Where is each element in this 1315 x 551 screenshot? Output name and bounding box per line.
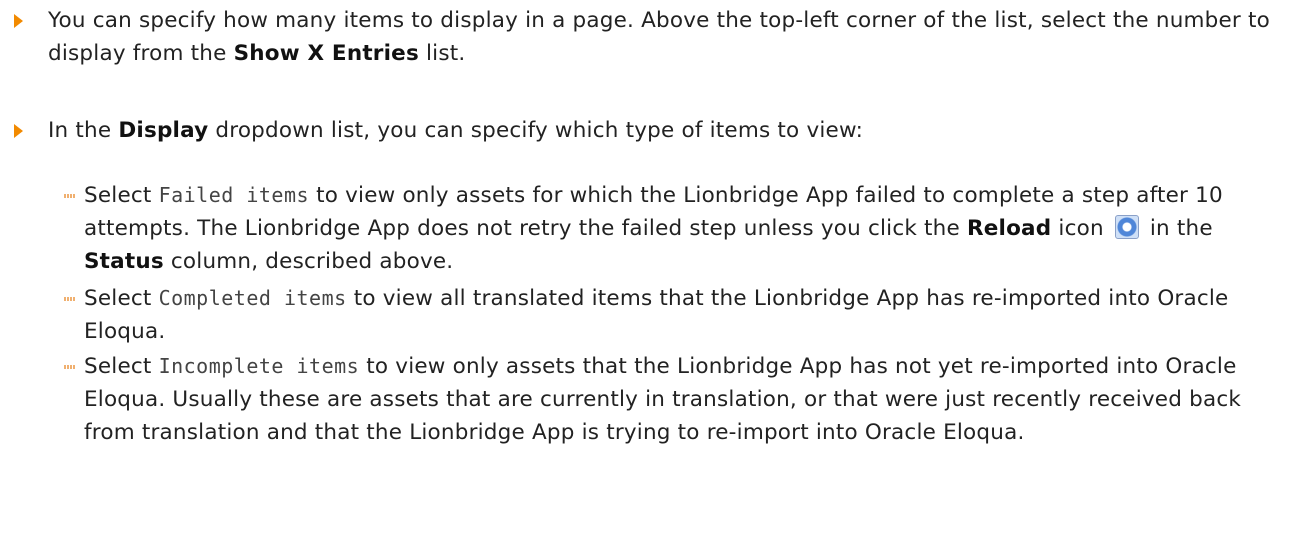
- triangle-bullet-icon: [14, 124, 23, 138]
- text: list.: [418, 41, 466, 66]
- reload-icon: [1114, 215, 1139, 239]
- text: in the: [1142, 216, 1213, 241]
- text: icon: [1051, 216, 1111, 241]
- text: dropdown list, you can specify which typ…: [208, 118, 864, 143]
- subbullet-failed-items: Select Failed items to view only assets …: [64, 179, 1285, 278]
- text: column, described above.: [163, 249, 454, 274]
- code-term: Failed items: [158, 183, 310, 207]
- text: You can specify how many items to displa…: [48, 8, 1270, 66]
- ui-term: Reload: [966, 216, 1052, 241]
- code-term: Incomplete items: [158, 354, 360, 378]
- text: Select: [84, 183, 159, 208]
- text: Select: [84, 286, 159, 311]
- document-body: You can specify how many items to displa…: [0, 0, 1315, 551]
- dash-bullet-icon: [64, 297, 75, 301]
- ui-term: Status: [84, 249, 164, 274]
- text: In the: [48, 118, 119, 143]
- ui-term: Display: [118, 118, 209, 143]
- dash-bullet-icon: [64, 365, 75, 369]
- dash-bullet-icon: [64, 194, 75, 198]
- subbullet-incomplete-items: Select Incomplete items to view only ass…: [64, 350, 1285, 449]
- text: Select: [84, 354, 159, 379]
- subbullet-completed-items: Select Completed items to view all trans…: [64, 282, 1285, 348]
- bullet-show-entries: You can specify how many items to displa…: [14, 4, 1275, 70]
- bullet-display-dropdown: In the Display dropdown list, you can sp…: [14, 114, 1275, 147]
- code-term: Completed items: [158, 286, 347, 310]
- triangle-bullet-icon: [14, 14, 23, 28]
- ui-term: Show X Entries: [233, 41, 419, 66]
